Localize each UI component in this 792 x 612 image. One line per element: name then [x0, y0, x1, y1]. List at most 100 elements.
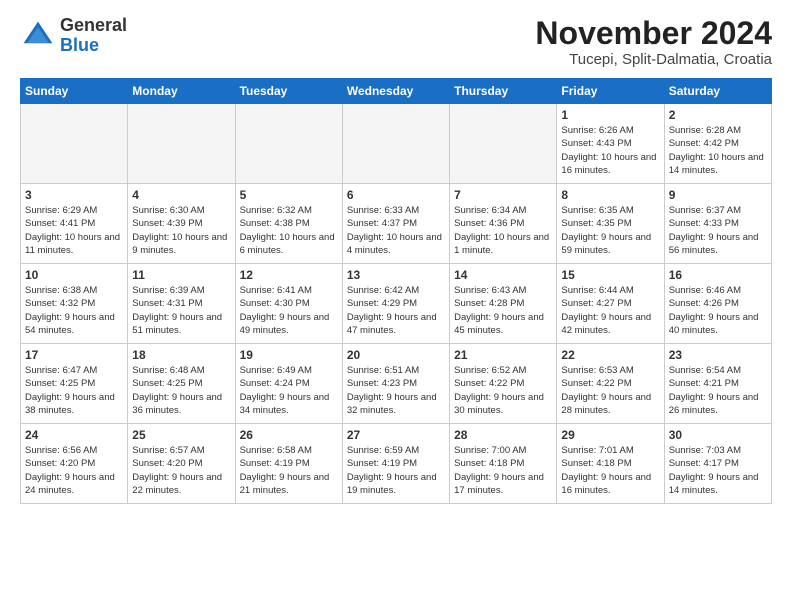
calendar-table: SundayMondayTuesdayWednesdayThursdayFrid… [20, 78, 772, 504]
day-number: 4 [132, 188, 230, 202]
day-number: 9 [669, 188, 767, 202]
calendar-cell: 27Sunrise: 6:59 AMSunset: 4:19 PMDayligh… [342, 424, 449, 504]
day-info: Sunrise: 6:42 AMSunset: 4:29 PMDaylight:… [347, 284, 445, 337]
day-info: Sunrise: 6:56 AMSunset: 4:20 PMDaylight:… [25, 444, 123, 497]
day-number: 14 [454, 268, 552, 282]
weekday-header-saturday: Saturday [664, 79, 771, 104]
header-area: General Blue November 2024 Tucepi, Split… [20, 16, 772, 68]
day-info: Sunrise: 6:34 AMSunset: 4:36 PMDaylight:… [454, 204, 552, 257]
day-number: 2 [669, 108, 767, 122]
calendar-cell: 3 Sunrise: 6:29 AMSunset: 4:41 PMDaylight… [21, 184, 128, 264]
calendar-cell [128, 104, 235, 184]
week-row-1: 1Sunrise: 6:26 AMSunset: 4:43 PMDaylight… [21, 104, 772, 184]
calendar-cell: 8 Sunrise: 6:35 AMSunset: 4:35 PMDaylight… [557, 184, 664, 264]
logo: General Blue [20, 16, 127, 56]
calendar-cell: 23 Sunrise: 6:54 AMSunset: 4:21 PMDayligh… [664, 344, 771, 424]
calendar-cell: 10 Sunrise: 6:38 AMSunset: 4:32 PMDayligh… [21, 264, 128, 344]
week-row-4: 17Sunrise: 6:47 AMSunset: 4:25 PMDayligh… [21, 344, 772, 424]
calendar-cell [21, 104, 128, 184]
day-info: Sunrise: 6:43 AMSunset: 4:28 PMDaylight:… [454, 284, 552, 337]
calendar-cell: 9 Sunrise: 6:37 AMSunset: 4:33 PMDaylight… [664, 184, 771, 264]
weekday-header-tuesday: Tuesday [235, 79, 342, 104]
calendar-cell: 14 Sunrise: 6:43 AMSunset: 4:28 PMDayligh… [450, 264, 557, 344]
day-info: Sunrise: 6:35 AMSunset: 4:35 PMDaylight:… [561, 204, 659, 257]
calendar-cell [342, 104, 449, 184]
logo-blue: Blue [60, 35, 99, 55]
calendar-cell: 7 Sunrise: 6:34 AMSunset: 4:36 PMDaylight… [450, 184, 557, 264]
day-info: Sunrise: 6:44 AMSunset: 4:27 PMDaylight:… [561, 284, 659, 337]
calendar-cell [235, 104, 342, 184]
calendar-cell: 12 Sunrise: 6:41 AMSunset: 4:30 PMDayligh… [235, 264, 342, 344]
day-info: Sunrise: 6:37 AMSunset: 4:33 PMDaylight:… [669, 204, 767, 257]
day-info: Sunrise: 6:53 AMSunset: 4:22 PMDaylight:… [561, 364, 659, 417]
calendar-cell: 25 Sunrise: 6:57 AMSunset: 4:20 PMDayligh… [128, 424, 235, 504]
day-number: 21 [454, 348, 552, 362]
day-info: Sunrise: 6:57 AMSunset: 4:20 PMDaylight:… [132, 444, 230, 497]
calendar-cell: 4Sunrise: 6:30 AMSunset: 4:39 PMDaylight… [128, 184, 235, 264]
day-number: 11 [132, 268, 230, 282]
day-info: Sunrise: 7:00 AMSunset: 4:18 PMDaylight:… [454, 444, 552, 497]
day-info: Sunrise: 6:28 AMSunset: 4:42 PMDaylight:… [669, 124, 767, 177]
calendar-cell: 28 Sunrise: 7:00 AMSunset: 4:18 PMDayligh… [450, 424, 557, 504]
location-title: Tucepi, Split-Dalmatia, Croatia [535, 51, 772, 68]
day-info: Sunrise: 6:46 AMSunset: 4:26 PMDaylight:… [669, 284, 767, 337]
day-number: 7 [454, 188, 552, 202]
calendar-cell: 5 Sunrise: 6:32 AMSunset: 4:38 PMDaylight… [235, 184, 342, 264]
day-number: 29 [561, 428, 659, 442]
calendar-cell: 15 Sunrise: 6:44 AMSunset: 4:27 PMDayligh… [557, 264, 664, 344]
day-number: 5 [240, 188, 338, 202]
day-info: Sunrise: 6:49 AMSunset: 4:24 PMDaylight:… [240, 364, 338, 417]
weekday-header-thursday: Thursday [450, 79, 557, 104]
calendar-cell: 21 Sunrise: 6:52 AMSunset: 4:22 PMDayligh… [450, 344, 557, 424]
weekday-header-sunday: Sunday [21, 79, 128, 104]
day-info: Sunrise: 6:47 AMSunset: 4:25 PMDaylight:… [25, 364, 123, 417]
day-number: 8 [561, 188, 659, 202]
day-info: Sunrise: 6:33 AMSunset: 4:37 PMDaylight:… [347, 204, 445, 257]
calendar-cell: 18Sunrise: 6:48 AMSunset: 4:25 PMDayligh… [128, 344, 235, 424]
day-number: 13 [347, 268, 445, 282]
day-info: Sunrise: 6:29 AMSunset: 4:41 PMDaylight:… [25, 204, 123, 257]
day-info: Sunrise: 7:01 AMSunset: 4:18 PMDaylight:… [561, 444, 659, 497]
day-info: Sunrise: 6:52 AMSunset: 4:22 PMDaylight:… [454, 364, 552, 417]
day-info: Sunrise: 6:54 AMSunset: 4:21 PMDaylight:… [669, 364, 767, 417]
day-number: 15 [561, 268, 659, 282]
calendar-cell: 2 Sunrise: 6:28 AMSunset: 4:42 PMDaylight… [664, 104, 771, 184]
week-row-2: 3 Sunrise: 6:29 AMSunset: 4:41 PMDaylight… [21, 184, 772, 264]
day-number: 12 [240, 268, 338, 282]
weekday-header-friday: Friday [557, 79, 664, 104]
calendar-cell: 19Sunrise: 6:49 AMSunset: 4:24 PMDayligh… [235, 344, 342, 424]
calendar-cell: 1Sunrise: 6:26 AMSunset: 4:43 PMDaylight… [557, 104, 664, 184]
weekday-header-wednesday: Wednesday [342, 79, 449, 104]
day-number: 3 [25, 188, 123, 202]
day-number: 28 [454, 428, 552, 442]
logo-general: General [60, 15, 127, 35]
day-number: 22 [561, 348, 659, 362]
weekday-header-monday: Monday [128, 79, 235, 104]
day-number: 24 [25, 428, 123, 442]
page: General Blue November 2024 Tucepi, Split… [0, 0, 792, 612]
day-number: 20 [347, 348, 445, 362]
calendar-cell: 16Sunrise: 6:46 AMSunset: 4:26 PMDayligh… [664, 264, 771, 344]
month-title: November 2024 [535, 16, 772, 51]
calendar-cell: 26Sunrise: 6:58 AMSunset: 4:19 PMDayligh… [235, 424, 342, 504]
calendar-cell: 29 Sunrise: 7:01 AMSunset: 4:18 PMDayligh… [557, 424, 664, 504]
day-info: Sunrise: 6:38 AMSunset: 4:32 PMDaylight:… [25, 284, 123, 337]
day-number: 25 [132, 428, 230, 442]
week-row-3: 10 Sunrise: 6:38 AMSunset: 4:32 PMDayligh… [21, 264, 772, 344]
day-number: 23 [669, 348, 767, 362]
day-info: Sunrise: 6:32 AMSunset: 4:38 PMDaylight:… [240, 204, 338, 257]
weekday-header-row: SundayMondayTuesdayWednesdayThursdayFrid… [21, 79, 772, 104]
calendar-cell: 20Sunrise: 6:51 AMSunset: 4:23 PMDayligh… [342, 344, 449, 424]
day-number: 6 [347, 188, 445, 202]
logo-icon [20, 18, 56, 54]
calendar-cell: 22 Sunrise: 6:53 AMSunset: 4:22 PMDayligh… [557, 344, 664, 424]
day-number: 26 [240, 428, 338, 442]
day-info: Sunrise: 6:48 AMSunset: 4:25 PMDaylight:… [132, 364, 230, 417]
day-info: Sunrise: 6:41 AMSunset: 4:30 PMDaylight:… [240, 284, 338, 337]
day-number: 10 [25, 268, 123, 282]
day-info: Sunrise: 7:03 AMSunset: 4:17 PMDaylight:… [669, 444, 767, 497]
calendar-cell [450, 104, 557, 184]
calendar-cell: 17Sunrise: 6:47 AMSunset: 4:25 PMDayligh… [21, 344, 128, 424]
calendar-cell: 11Sunrise: 6:39 AMSunset: 4:31 PMDayligh… [128, 264, 235, 344]
calendar-cell: 13 Sunrise: 6:42 AMSunset: 4:29 PMDayligh… [342, 264, 449, 344]
